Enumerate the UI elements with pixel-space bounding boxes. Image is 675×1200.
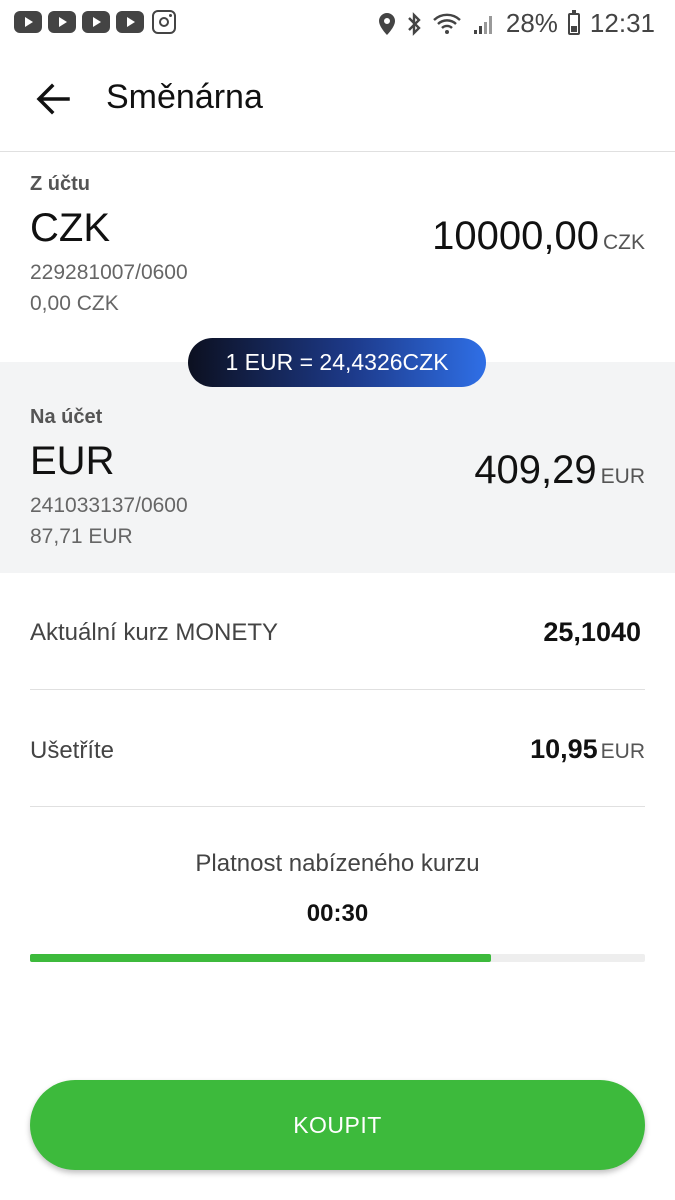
buy-button[interactable]: KOUPIT bbox=[30, 1080, 645, 1170]
divider bbox=[30, 689, 645, 690]
youtube-icon bbox=[82, 11, 110, 33]
to-currency[interactable]: EUR bbox=[30, 439, 114, 484]
to-account-label: Na účet bbox=[30, 406, 103, 428]
battery-percent: 28% bbox=[505, 8, 558, 38]
youtube-icon bbox=[48, 11, 76, 33]
page-title: Směnárna bbox=[106, 78, 263, 116]
from-currency[interactable]: CZK bbox=[30, 206, 110, 251]
to-account-number: 241033137/0600 bbox=[30, 494, 188, 517]
arrow-left-icon bbox=[36, 83, 70, 115]
to-account-balance: 87,71 EUR bbox=[30, 525, 133, 548]
current-rate-value: 25,1040 bbox=[543, 617, 641, 647]
youtube-icon bbox=[14, 11, 42, 33]
to-amount-unit: EUR bbox=[600, 465, 645, 488]
savings-label: Ušetříte bbox=[30, 737, 115, 764]
notification-icons bbox=[14, 10, 176, 34]
battery-icon bbox=[567, 9, 580, 35]
status-bar: 28% 12:31 bbox=[0, 0, 675, 46]
savings-unit: EUR bbox=[600, 740, 645, 763]
from-account-number: 229281007/0600 bbox=[30, 261, 188, 284]
clock: 12:31 bbox=[589, 8, 655, 38]
from-account-balance: 0,00 CZK bbox=[30, 292, 119, 315]
to-amount-value: 409,29 bbox=[474, 448, 597, 492]
current-rate-label: Aktuální kurz MONETY bbox=[30, 619, 279, 646]
wifi-icon bbox=[432, 12, 462, 36]
from-account-label: Z účtu bbox=[30, 173, 90, 195]
divider bbox=[30, 806, 645, 807]
rate-validity-timer: 00:30 bbox=[306, 900, 369, 927]
system-icons: 28% 12:31 bbox=[378, 8, 655, 39]
back-button[interactable] bbox=[30, 76, 76, 122]
signal-icon bbox=[472, 12, 496, 36]
from-amount-value: 10000,00 bbox=[432, 214, 599, 258]
from-amount[interactable]: 10000,00 CZK bbox=[432, 214, 645, 259]
exchange-rate-badge: 1 EUR = 24,4326CZK bbox=[188, 338, 486, 387]
youtube-icon bbox=[116, 11, 144, 33]
savings-value: 10,95 bbox=[530, 734, 598, 764]
bluetooth-icon bbox=[406, 11, 422, 36]
validity-progress-fill bbox=[30, 954, 492, 962]
validity-progress-bar bbox=[30, 954, 645, 962]
app-bar: Směnárna bbox=[0, 46, 675, 152]
savings-amount: 10,95 EUR bbox=[530, 734, 645, 765]
to-amount[interactable]: 409,29 EUR bbox=[474, 448, 645, 493]
from-amount-unit: CZK bbox=[603, 231, 645, 254]
rate-validity-label: Platnost nabízeného kurzu bbox=[195, 850, 480, 877]
instagram-icon bbox=[152, 10, 176, 34]
location-icon bbox=[378, 12, 396, 36]
